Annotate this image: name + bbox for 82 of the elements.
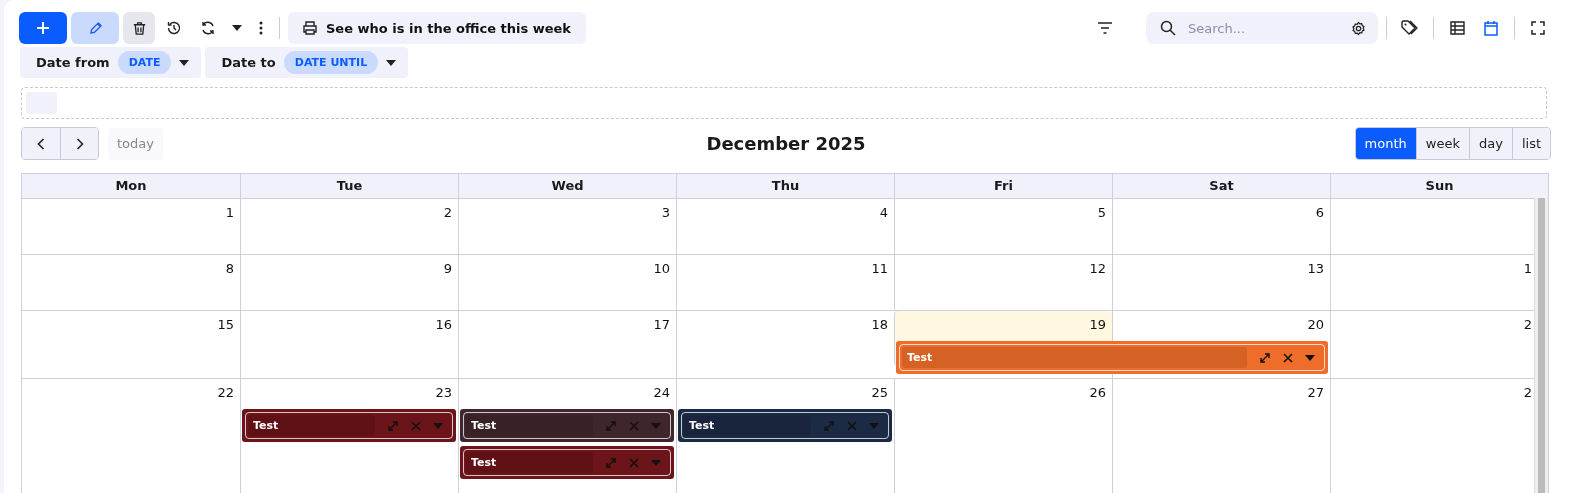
day-number[interactable]: 17 — [653, 317, 670, 332]
weekday-header: Fri — [894, 174, 1112, 198]
day-number[interactable]: 16 — [435, 317, 452, 332]
day-number[interactable]: 3 — [661, 205, 670, 220]
calendar-event[interactable]: Test — [460, 409, 674, 442]
expand-icon[interactable] — [1259, 351, 1271, 364]
weekday-header: Mon — [114, 177, 148, 195]
filter-value-chip[interactable]: DATE — [117, 51, 172, 74]
plus-icon — [36, 21, 50, 35]
filter-label: Date to — [221, 55, 276, 70]
filter-icon — [1097, 21, 1113, 35]
scrollbar[interactable] — [1534, 198, 1548, 493]
weekday-header: Tue — [240, 174, 458, 198]
event-title[interactable]: Test — [248, 415, 375, 436]
calendar-event[interactable]: Test — [242, 409, 456, 442]
day-number[interactable]: 18 — [871, 317, 888, 332]
day-number[interactable]: 2 — [443, 205, 452, 220]
search-icon — [1160, 20, 1176, 36]
calendar-title: December 2025 — [706, 133, 866, 154]
event-title[interactable]: Test — [466, 415, 593, 436]
caret-icon — [232, 25, 242, 31]
history-icon — [166, 20, 182, 36]
day-number[interactable]: 26 — [1089, 385, 1106, 400]
day-number[interactable]: 5 — [1097, 205, 1106, 220]
event-title[interactable]: Test — [902, 347, 1247, 368]
print-button[interactable]: See who is in the office this week — [288, 12, 586, 44]
day-number[interactable]: 4 — [879, 205, 888, 220]
calendar-event[interactable]: Test — [678, 409, 892, 442]
view-tab[interactable]: month — [1355, 128, 1416, 159]
table-icon — [1449, 21, 1465, 35]
day-number[interactable]: 2 — [1523, 385, 1532, 400]
day-number[interactable]: 20 — [1307, 317, 1324, 332]
day-number[interactable]: 1 — [1523, 261, 1532, 276]
day-number[interactable]: 2 — [1523, 317, 1532, 332]
close-icon[interactable] — [1283, 352, 1293, 363]
filter-value-chip[interactable]: DATE UNTIL — [283, 51, 379, 74]
day-number[interactable]: 23 — [435, 385, 452, 400]
filter-label: Date from — [36, 55, 110, 70]
weekday-header: Wed — [458, 174, 676, 198]
day-number[interactable]: 15 — [217, 317, 234, 332]
add-button[interactable] — [19, 12, 67, 44]
caret-icon[interactable] — [386, 59, 397, 66]
settings-icon[interactable] — [1351, 20, 1366, 36]
date-filter[interactable]: Date from DATE — [20, 47, 202, 78]
weekday-header: Thu — [676, 174, 894, 198]
view-tab[interactable]: week — [1415, 128, 1469, 159]
chevron-right-icon — [75, 137, 84, 150]
day-number[interactable]: 13 — [1307, 261, 1324, 276]
day-number[interactable]: 27 — [1307, 385, 1324, 400]
event-title[interactable]: Test — [466, 452, 593, 473]
day-number[interactable]: 10 — [653, 261, 670, 276]
day-number[interactable]: 22 — [217, 385, 234, 400]
printer-icon — [302, 20, 318, 36]
day-number[interactable]: 1 — [225, 205, 234, 220]
calendar-event[interactable]: Test — [460, 446, 674, 479]
tags-icon — [1401, 20, 1419, 36]
search-input[interactable]: Search... — [1186, 19, 1341, 37]
day-number[interactable]: 12 — [1089, 261, 1106, 276]
trash-icon — [131, 20, 147, 36]
day-number[interactable]: 6 — [1315, 205, 1324, 220]
delete-button[interactable] — [123, 12, 155, 44]
calendar-event[interactable]: Test — [896, 341, 1328, 374]
day-number[interactable]: 8 — [225, 261, 234, 276]
weekday-header: Sat — [1112, 174, 1330, 198]
view-tab[interactable]: day — [1469, 128, 1512, 159]
date-filter[interactable]: Date to DATE UNTIL — [205, 47, 409, 78]
day-number[interactable]: 19 — [1089, 317, 1106, 332]
view-tab[interactable]: list — [1511, 128, 1550, 159]
day-number[interactable]: 24 — [653, 385, 670, 400]
event-title[interactable]: Test — [684, 415, 811, 436]
caret-icon[interactable] — [1305, 354, 1315, 361]
calendar-icon — [1484, 20, 1498, 36]
pencil-icon — [87, 20, 103, 36]
fullscreen-icon — [1531, 21, 1545, 35]
day-number[interactable]: 9 — [443, 261, 452, 276]
caret-icon[interactable] — [179, 59, 190, 66]
kebab-menu-icon — [259, 21, 263, 35]
day-number[interactable]: 25 — [871, 385, 888, 400]
day-number[interactable]: 11 — [871, 261, 888, 276]
refresh-icon — [200, 20, 216, 36]
chevron-left-icon — [37, 137, 45, 150]
search-field[interactable]: Search... — [1146, 12, 1378, 44]
